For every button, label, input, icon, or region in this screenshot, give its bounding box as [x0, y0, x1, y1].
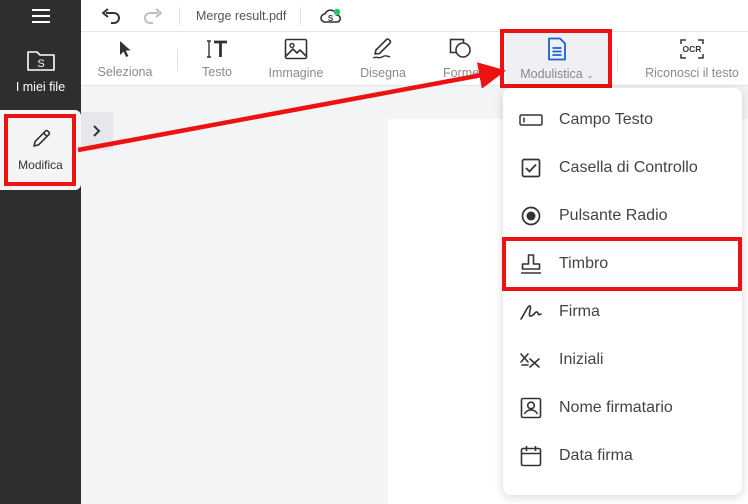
signature-icon: [519, 300, 543, 324]
cloud-sync-button[interactable]: S: [319, 4, 343, 28]
folder-icon-letter: S: [37, 58, 44, 70]
menu-item-label: Nome firmatario: [559, 399, 673, 416]
top-bar: Merge result.pdf S: [81, 0, 748, 32]
pen-icon: [372, 38, 392, 59]
menu-item-iniziali[interactable]: Iniziali: [503, 336, 742, 384]
radio-button-icon: [519, 204, 543, 228]
menu-item-data-firma[interactable]: Data firma: [503, 432, 742, 480]
cursor-icon: [120, 41, 131, 57]
tool-label: Testo: [202, 65, 232, 79]
svg-text:S: S: [328, 14, 334, 23]
toolbar-divider: [177, 49, 178, 71]
redo-icon: [144, 7, 162, 24]
expand-panel-button[interactable]: [81, 112, 113, 150]
undo-icon: [102, 7, 120, 24]
topbar-divider: [300, 6, 302, 25]
tool-forme[interactable]: Forme: [435, 32, 487, 86]
tool-label: Immagine: [268, 66, 324, 80]
signer-name-icon: [519, 396, 543, 420]
menu-item-campo-testo[interactable]: Campo Testo: [503, 96, 742, 144]
text-field-icon: [519, 108, 543, 132]
document-name: Merge result.pdf: [196, 8, 287, 23]
tool-seleziona[interactable]: Seleziona: [94, 32, 156, 86]
cloud-sync-icon: S: [320, 8, 342, 23]
menu-item-label: Campo Testo: [559, 111, 653, 128]
highlight-box-modifica: [4, 114, 76, 186]
ocr-icon: OCR: [680, 39, 704, 59]
menu-item-firma[interactable]: Firma: [503, 288, 742, 336]
tool-label: Seleziona: [97, 65, 153, 79]
toolbar: Seleziona Testo Immagine Disegna Forme M…: [81, 32, 748, 86]
menu-item-label: Data firma: [559, 447, 633, 464]
tool-label: Disegna: [360, 66, 406, 80]
hamburger-icon: [31, 9, 50, 23]
folder-icon: S: [26, 51, 55, 71]
chevron-right-icon: [93, 125, 101, 137]
redo-button[interactable]: [141, 4, 165, 28]
undo-button[interactable]: [99, 4, 123, 28]
menu-item-casella-controllo[interactable]: Casella di Controllo: [503, 144, 742, 192]
menu-item-label: Firma: [559, 303, 600, 320]
shapes-icon: [449, 38, 471, 58]
menu-item-label: Casella di Controllo: [559, 159, 698, 176]
tool-label: Forme: [442, 66, 480, 80]
highlight-box-modulistica: [500, 29, 612, 88]
modulistica-dropdown: Campo Testo Casella di Controllo Pulsant…: [503, 88, 742, 495]
topbar-divider: [179, 6, 180, 25]
initials-icon: [519, 348, 543, 372]
hamburger-menu-button[interactable]: [0, 0, 81, 32]
menu-item-nome-firmatario[interactable]: Nome firmatario: [503, 384, 742, 432]
my-files-label: I miei file: [15, 80, 66, 94]
tool-testo[interactable]: Testo: [191, 32, 243, 86]
calendar-icon: [519, 444, 543, 468]
my-files-button[interactable]: S I miei file: [0, 32, 81, 110]
tool-immagine[interactable]: Immagine: [261, 32, 331, 86]
highlight-box-timbro: [502, 237, 742, 291]
image-icon: [284, 38, 308, 60]
left-rail: S I miei file Modifica: [0, 0, 81, 504]
text-icon: [207, 40, 227, 58]
tool-label: Riconosci il testo: [645, 66, 739, 80]
toolbar-divider: [617, 49, 618, 71]
tool-riconosci-testo[interactable]: OCR Riconosci il testo: [637, 32, 747, 86]
ocr-badge: OCR: [683, 44, 702, 54]
checkbox-icon: [519, 156, 543, 180]
menu-item-label: Pulsante Radio: [559, 207, 668, 224]
menu-item-pulsante-radio[interactable]: Pulsante Radio: [503, 192, 742, 240]
tool-disegna[interactable]: Disegna: [353, 32, 413, 86]
menu-item-label: Iniziali: [559, 351, 604, 368]
